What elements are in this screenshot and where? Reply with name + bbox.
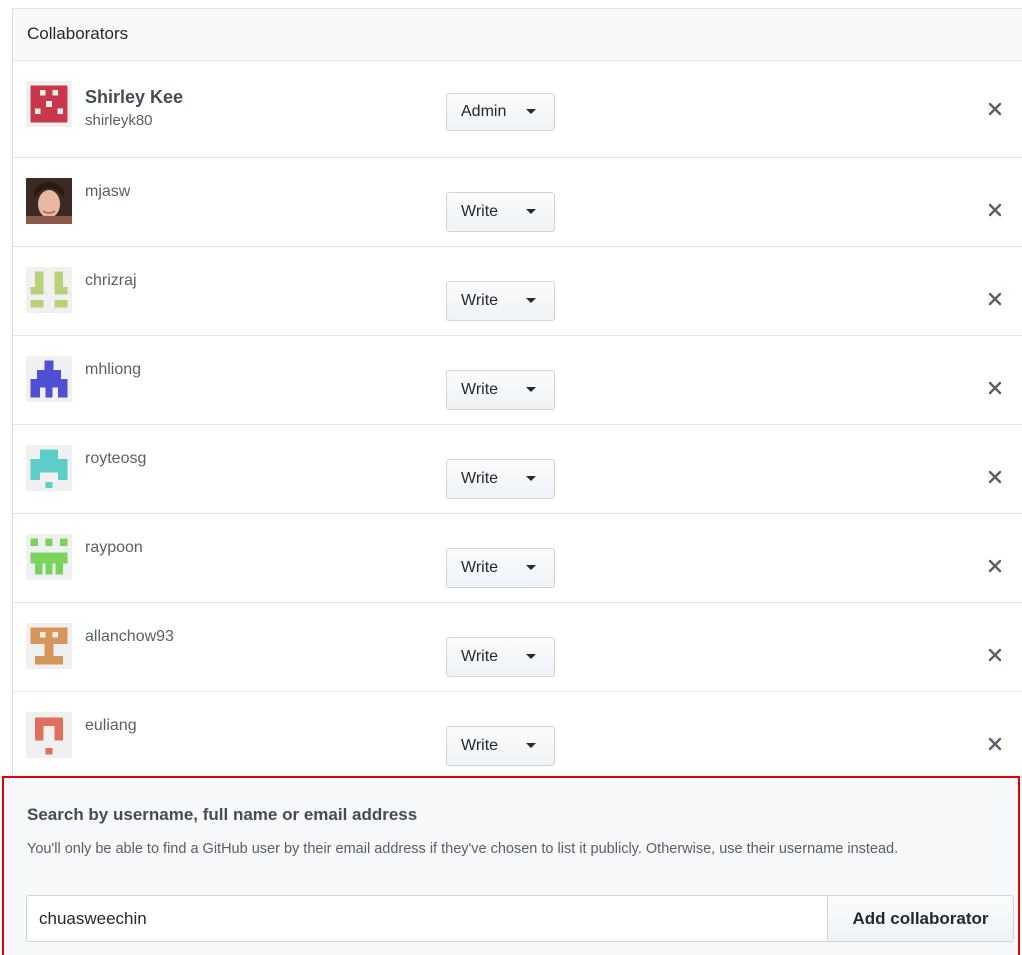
- avatar[interactable]: [26, 623, 72, 669]
- permission-label: Write: [461, 292, 499, 309]
- permission-label: Write: [461, 381, 499, 398]
- collaborator-username[interactable]: euliang: [85, 717, 137, 735]
- caret-down-icon: [526, 209, 536, 214]
- caret-down-icon: [526, 387, 536, 392]
- avatar[interactable]: [26, 81, 72, 127]
- remove-collaborator-button[interactable]: [987, 202, 1003, 218]
- permission-dropdown[interactable]: Write: [446, 281, 555, 321]
- collaborator-row: Shirley Kee shirleyk80 Admin: [13, 61, 1022, 158]
- panel-title: Collaborators: [13, 9, 1022, 61]
- add-collaborator-title: Search by username, full name or email a…: [27, 805, 418, 824]
- permission-label: Write: [461, 648, 499, 665]
- permission-label: Admin: [461, 103, 507, 120]
- avatar[interactable]: [26, 712, 72, 758]
- avatar[interactable]: [26, 445, 72, 491]
- permission-dropdown[interactable]: Write: [446, 548, 555, 588]
- remove-collaborator-button[interactable]: [987, 101, 1003, 117]
- permission-label: Write: [461, 470, 499, 487]
- permission-dropdown[interactable]: Write: [446, 192, 555, 232]
- permission-label: Write: [461, 559, 499, 576]
- collaborator-row: allanchow93 Write: [13, 603, 1022, 692]
- close-icon: [988, 292, 1002, 306]
- collaborator-username[interactable]: chrizraj: [85, 272, 137, 290]
- collaborator-row: mhliong Write: [13, 336, 1022, 425]
- add-collaborator-form: Add collaborator: [26, 895, 1014, 942]
- caret-down-icon: [526, 654, 536, 659]
- collaborator-username[interactable]: royteosg: [85, 450, 146, 468]
- permission-dropdown[interactable]: Admin: [446, 93, 555, 131]
- collaborator-full-name[interactable]: Shirley Kee: [85, 87, 183, 108]
- permission-label: Write: [461, 203, 499, 220]
- permission-label: Write: [461, 737, 499, 754]
- add-collaborator-section: Search by username, full name or email a…: [2, 776, 1020, 955]
- close-icon: [988, 648, 1002, 662]
- remove-collaborator-button[interactable]: [987, 647, 1003, 663]
- avatar[interactable]: [26, 178, 72, 224]
- caret-down-icon: [526, 298, 536, 303]
- collaborator-username[interactable]: mhliong: [85, 361, 141, 379]
- remove-collaborator-button[interactable]: [987, 380, 1003, 396]
- close-icon: [988, 203, 1002, 217]
- collaborator-row: chrizraj Write: [13, 247, 1022, 336]
- caret-down-icon: [526, 743, 536, 748]
- remove-collaborator-button[interactable]: [987, 291, 1003, 307]
- permission-dropdown[interactable]: Write: [446, 726, 555, 766]
- remove-collaborator-button[interactable]: [987, 469, 1003, 485]
- avatar[interactable]: [26, 267, 72, 313]
- remove-collaborator-button[interactable]: [987, 558, 1003, 574]
- close-icon: [988, 381, 1002, 395]
- collaborator-search-input[interactable]: [27, 896, 827, 941]
- permission-dropdown[interactable]: Write: [446, 637, 555, 677]
- collaborator-username[interactable]: mjasw: [85, 183, 130, 201]
- avatar[interactable]: [26, 534, 72, 580]
- caret-down-icon: [526, 476, 536, 481]
- close-icon: [988, 737, 1002, 751]
- collaborator-username[interactable]: shirleyk80: [85, 112, 183, 129]
- add-collaborator-button[interactable]: Add collaborator: [827, 896, 1013, 941]
- collaborator-username[interactable]: allanchow93: [85, 628, 174, 646]
- close-icon: [988, 102, 1002, 116]
- remove-collaborator-button[interactable]: [987, 736, 1003, 752]
- permission-dropdown[interactable]: Write: [446, 459, 555, 499]
- collaborator-username[interactable]: raypoon: [85, 539, 143, 557]
- caret-down-icon: [526, 109, 536, 114]
- permission-dropdown[interactable]: Write: [446, 370, 555, 410]
- close-icon: [988, 559, 1002, 573]
- collaborator-row: euliang Write: [13, 692, 1022, 781]
- caret-down-icon: [526, 565, 536, 570]
- add-collaborator-note: You'll only be able to find a GitHub use…: [27, 841, 899, 857]
- collaborator-row: raypoon Write: [13, 514, 1022, 603]
- close-icon: [988, 470, 1002, 484]
- avatar[interactable]: [26, 356, 72, 402]
- collaborator-row: royteosg Write: [13, 425, 1022, 514]
- collaborator-row: mjasw Write: [13, 158, 1022, 247]
